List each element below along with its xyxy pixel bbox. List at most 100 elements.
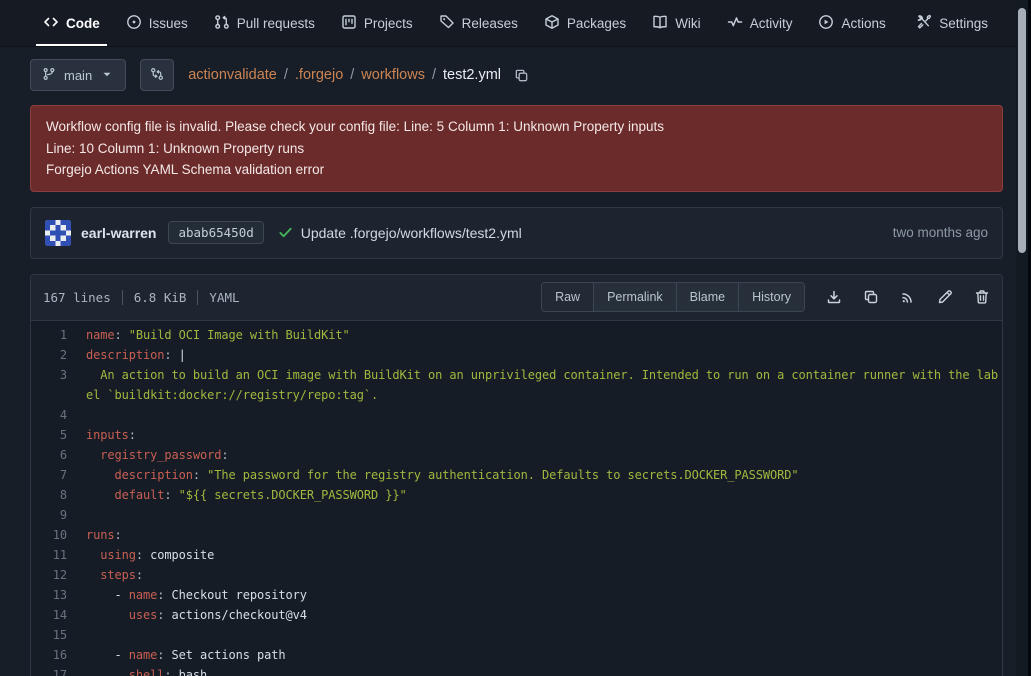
line-number[interactable]: 6 <box>31 445 67 465</box>
tab-label: Wiki <box>675 16 701 31</box>
breadcrumb-dir-link[interactable]: workflows <box>361 67 425 83</box>
file-actions: Raw Permalink Blame History <box>541 282 990 312</box>
line-number[interactable]: 13 <box>31 585 67 605</box>
tab-label: Pull requests <box>237 16 315 31</box>
pencil-icon[interactable] <box>937 289 953 305</box>
tab-label: Projects <box>364 16 413 31</box>
code-text: using: composite <box>86 545 1002 565</box>
line-number[interactable]: 16 <box>31 645 67 665</box>
line-number[interactable]: 17 <box>31 665 67 676</box>
workflow-error-banner: Workflow config file is invalid. Please … <box>30 105 1003 192</box>
tab-packages[interactable]: Packages <box>531 0 639 46</box>
download-icon[interactable] <box>826 289 842 305</box>
code-text: An action to build an OCI image with Bui… <box>86 365 1002 405</box>
file-language: YAML <box>209 290 239 305</box>
code-line: 16 - name: Set actions path <box>31 645 1002 665</box>
breadcrumb-repo-link[interactable]: actionvalidate <box>188 67 277 83</box>
page-scrollbar[interactable] <box>1016 0 1031 676</box>
blame-button[interactable]: Blame <box>676 283 738 311</box>
code-line: 1name: "Build OCI Image with BuildKit" <box>31 325 1002 345</box>
line-number[interactable]: 4 <box>31 405 67 425</box>
breadcrumb-separator: / <box>432 67 436 83</box>
tab-pull-requests[interactable]: Pull requests <box>201 0 328 46</box>
commit-hash-chip[interactable]: abab65450d <box>168 221 263 244</box>
code-text: registry_password: <box>86 445 1002 465</box>
code-text <box>86 405 1002 425</box>
file-meta: 167 lines 6.8 KiB YAML <box>43 290 240 305</box>
code-line: 6 registry_password: <box>31 445 1002 465</box>
compare-button[interactable] <box>140 59 174 91</box>
line-number[interactable]: 3 <box>31 365 67 405</box>
tab-actions[interactable]: Actions <box>805 0 898 46</box>
tab-label: Activity <box>750 16 793 31</box>
tab-wiki[interactable]: Wiki <box>639 0 714 46</box>
tab-issues[interactable]: Issues <box>113 0 201 46</box>
breadcrumb-current-file: test2.yml <box>443 67 501 83</box>
line-number[interactable]: 11 <box>31 545 67 565</box>
repo-navbar: Code Issues Pull requests Projects Relea… <box>0 0 1031 47</box>
commit-message[interactable]: Update .forgejo/workflows/test2.yml <box>301 225 522 241</box>
commit-author[interactable]: earl-warren <box>81 225 156 241</box>
line-number[interactable]: 10 <box>31 525 67 545</box>
line-number[interactable]: 12 <box>31 565 67 585</box>
view-mode-buttons: Raw Permalink Blame History <box>541 282 805 312</box>
code-text: - name: Set actions path <box>86 645 1002 665</box>
line-number[interactable]: 9 <box>31 505 67 525</box>
breadcrumb-separator: / <box>350 67 354 83</box>
book-icon <box>652 14 668 33</box>
branch-select-button[interactable]: main <box>30 59 126 91</box>
code-text: uses: actions/checkout@v4 <box>86 605 1002 625</box>
raw-button[interactable]: Raw <box>542 283 593 311</box>
play-circle-icon <box>818 14 834 33</box>
tools-icon <box>916 14 932 33</box>
line-number[interactable]: 7 <box>31 465 67 485</box>
scrollbar-thumb[interactable] <box>1018 8 1026 253</box>
code-line: 12 steps: <box>31 565 1002 585</box>
copy-path-button[interactable] <box>514 68 529 83</box>
trash-icon[interactable] <box>974 289 990 305</box>
code-lines: 1name: "Build OCI Image with BuildKit"2d… <box>31 321 1002 676</box>
code-text: inputs: <box>86 425 1002 445</box>
error-line: Line: 10 Column 1: Unknown Property runs <box>46 138 987 160</box>
tab-activity[interactable]: Activity <box>714 0 806 46</box>
line-number[interactable]: 5 <box>31 425 67 445</box>
copy-icon[interactable] <box>863 289 879 305</box>
divider <box>122 290 123 305</box>
code-line: 15 <box>31 625 1002 645</box>
rss-icon[interactable] <box>900 289 916 305</box>
code-line: 9 <box>31 505 1002 525</box>
code-line: 7 description: "The password for the reg… <box>31 465 1002 485</box>
tab-projects[interactable]: Projects <box>328 0 426 46</box>
code-text <box>86 625 1002 645</box>
line-number[interactable]: 8 <box>31 485 67 505</box>
git-compare-icon <box>150 67 164 84</box>
file-view-panel: 167 lines 6.8 KiB YAML Raw Permalink Bla… <box>30 274 1003 676</box>
avatar[interactable] <box>45 220 71 246</box>
tab-label: Settings <box>939 16 988 31</box>
code-line: 3 An action to build an OCI image with B… <box>31 365 1002 405</box>
check-icon[interactable] <box>278 225 293 240</box>
line-number[interactable]: 1 <box>31 325 67 345</box>
error-line: Workflow config file is invalid. Please … <box>46 116 987 138</box>
code-line: 8 default: "${{ secrets.DOCKER_PASSWORD … <box>31 485 1002 505</box>
tab-releases[interactable]: Releases <box>426 0 531 46</box>
permalink-button[interactable]: Permalink <box>593 283 676 311</box>
code-text: description: | <box>86 345 1002 365</box>
tab-label: Code <box>66 16 100 31</box>
projects-icon <box>341 14 357 33</box>
code-line: 14 uses: actions/checkout@v4 <box>31 605 1002 625</box>
code-line: 11 using: composite <box>31 545 1002 565</box>
breadcrumb-dir-link[interactable]: .forgejo <box>295 67 343 83</box>
line-number[interactable]: 15 <box>31 625 67 645</box>
line-number[interactable]: 14 <box>31 605 67 625</box>
code-line: 17 shell: bash <box>31 665 1002 676</box>
tab-code[interactable]: Code <box>30 0 113 46</box>
latest-commit-panel: earl-warren abab65450d Update .forgejo/w… <box>30 207 1003 259</box>
package-icon <box>544 14 560 33</box>
issue-icon <box>126 14 142 33</box>
history-button[interactable]: History <box>738 283 804 311</box>
code-text: shell: bash <box>86 665 1002 676</box>
line-number[interactable]: 2 <box>31 345 67 365</box>
branch-name: main <box>64 68 92 83</box>
tab-settings[interactable]: Settings <box>903 0 1001 46</box>
